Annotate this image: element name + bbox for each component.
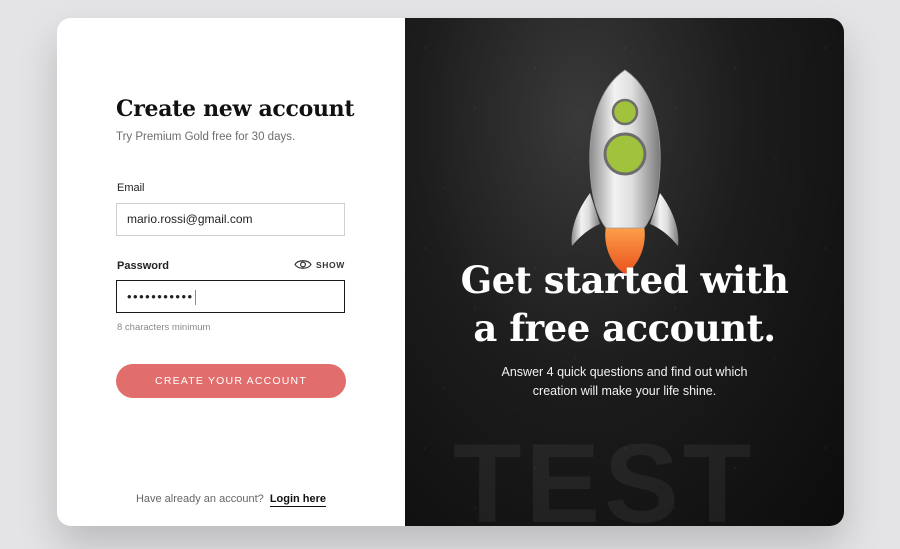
password-field[interactable]: ••••••••••• xyxy=(116,280,345,313)
create-account-button[interactable]: CREATE YOUR ACCOUNT xyxy=(116,364,346,398)
email-label: Email xyxy=(117,182,145,194)
hero-tagline-line-2: creation will make your life shine. xyxy=(532,384,717,398)
rocket-icon xyxy=(571,69,679,274)
signup-card: Create new account Try Premium Gold free… xyxy=(57,18,844,526)
password-value: ••••••••••• xyxy=(127,289,194,304)
password-label: Password xyxy=(117,260,169,272)
show-password-label: SHOW xyxy=(316,259,345,270)
watermark-text: TEST xyxy=(453,421,756,527)
page-subtitle: Try Premium Gold free for 30 days. xyxy=(116,131,296,143)
hero-tagline-line-1: Answer 4 quick questions and find out wh… xyxy=(501,365,748,379)
hero-tagline: Answer 4 quick questions and find out wh… xyxy=(405,363,844,401)
login-link[interactable]: Login here xyxy=(269,493,327,507)
eye-icon xyxy=(294,260,312,269)
login-prompt-text: Have already an account? xyxy=(135,493,264,505)
email-field[interactable]: mario.rossi@gmail.com xyxy=(116,203,345,236)
text-caret xyxy=(194,290,196,306)
show-password-toggle[interactable]: SHOW xyxy=(294,259,345,270)
password-hint: 8 characters minimum xyxy=(117,322,211,333)
hero-headline: Get started with a free account. xyxy=(405,256,844,352)
signup-form-panel: Create new account Try Premium Gold free… xyxy=(57,18,405,526)
hero-headline-line-1: Get started with xyxy=(460,258,789,302)
page-title: Create new account xyxy=(116,96,355,122)
login-prompt: Have already an account? Login here xyxy=(57,493,405,507)
hero-headline-line-2: a free account. xyxy=(473,306,776,350)
hero-panel: TEST Get started with a free account. An… xyxy=(405,18,844,526)
